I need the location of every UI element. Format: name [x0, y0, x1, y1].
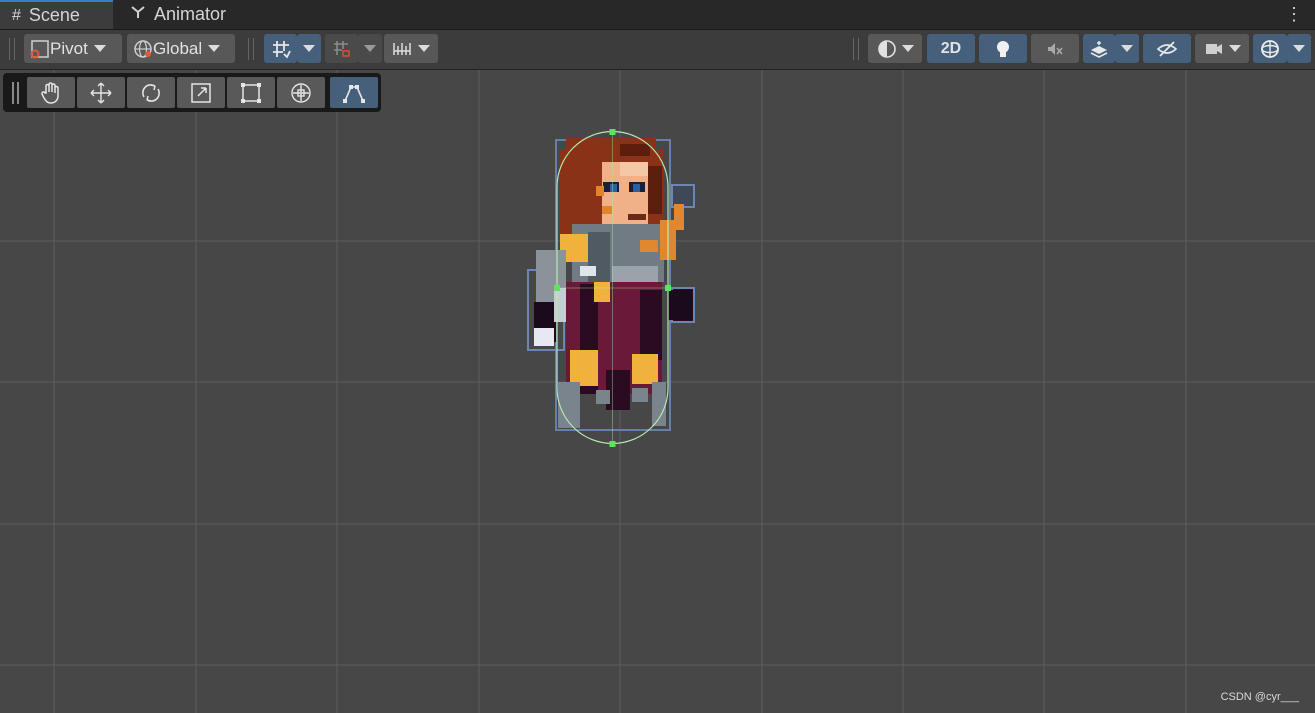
chevron-down-icon: [364, 45, 376, 52]
chevron-down-icon: [901, 45, 914, 52]
pivot-label: Pivot: [50, 38, 88, 58]
gizmos-dropdown[interactable]: [1287, 34, 1311, 63]
visibility-icon: [1156, 40, 1178, 57]
draw-mode-icon: [877, 39, 896, 58]
chevron-down-icon: [303, 45, 315, 52]
2d-mode-toggle[interactable]: 2D: [927, 34, 975, 63]
toolbar-grip[interactable]: [248, 38, 254, 60]
global-label: Global: [153, 38, 203, 58]
transform-icon: [291, 82, 311, 103]
watermark: CSDN @cyr___: [1220, 691, 1299, 703]
chevron-down-icon: [418, 45, 430, 52]
rotate-icon: [142, 83, 160, 102]
increment-snap-toggle[interactable]: [325, 34, 358, 63]
draw-mode-dropdown[interactable]: [868, 34, 922, 63]
animator-icon: [130, 5, 146, 24]
character-sprite[interactable]: [527, 138, 695, 431]
effects-icon: [1090, 40, 1108, 58]
tab-bar: # Scene Animator ⋮: [0, 0, 1315, 30]
tab-label: Animator: [154, 4, 227, 24]
gizmos-icon: [1261, 39, 1279, 58]
rect-tool-button[interactable]: [227, 77, 275, 108]
ruler-dropdown[interactable]: [384, 34, 438, 63]
edit-collider-icon: [343, 84, 365, 103]
tab-scene[interactable]: # Scene: [0, 0, 113, 29]
2d-label: 2D: [940, 39, 962, 57]
scale-icon: [191, 82, 211, 103]
audio-mute-icon: [1048, 42, 1063, 55]
tab-animator[interactable]: Animator: [118, 0, 248, 29]
camera-dropdown[interactable]: [1195, 34, 1249, 63]
chevron-down-icon: [1228, 45, 1241, 52]
toolbar-grip[interactable]: [9, 38, 15, 60]
toolbar-grip[interactable]: [853, 38, 859, 60]
ruler-icon: [393, 42, 411, 55]
transform-tool-button[interactable]: [277, 77, 325, 108]
pivot-icon: [30, 39, 49, 58]
tools-overlay: [3, 73, 381, 112]
effects-toggle[interactable]: [1083, 34, 1115, 63]
chevron-down-icon: [208, 45, 221, 52]
audio-toggle[interactable]: [1031, 34, 1079, 63]
grid-snap-toggle[interactable]: [264, 34, 297, 63]
hash-icon: #: [12, 6, 21, 24]
grid-snap-icon: [272, 40, 291, 59]
more-options-icon[interactable]: ⋮: [1285, 4, 1303, 24]
scale-tool-button[interactable]: [177, 77, 225, 108]
scene-toolbar: Pivot Global 2D: [0, 30, 1315, 70]
rotate-tool-button[interactable]: [127, 77, 175, 108]
hand-icon: [41, 81, 59, 104]
camera-icon: [1205, 43, 1222, 54]
global-dropdown[interactable]: Global: [127, 34, 235, 63]
scene-grid: [0, 70, 1315, 713]
visibility-toggle[interactable]: [1143, 34, 1191, 63]
lighting-toggle[interactable]: [979, 34, 1027, 63]
tools-grip[interactable]: [12, 82, 19, 104]
hand-tool-button[interactable]: [27, 77, 75, 108]
move-tool-button[interactable]: [77, 77, 125, 108]
grid-snap-dropdown[interactable]: [297, 34, 321, 63]
chevron-down-icon: [1121, 45, 1133, 52]
rect-icon: [241, 82, 261, 103]
increment-snap-dropdown[interactable]: [358, 34, 382, 63]
increment-snap-icon: [333, 40, 350, 57]
chevron-down-icon: [93, 45, 106, 52]
scene-view[interactable]: CSDN @cyr___: [0, 70, 1315, 713]
chevron-down-icon: [1293, 45, 1305, 52]
globe-icon: [134, 39, 152, 58]
collider-handle-top[interactable]: [609, 129, 616, 135]
collider-handle-left[interactable]: [554, 285, 560, 291]
lighting-icon: [997, 40, 1009, 57]
collider-handle-right[interactable]: [665, 285, 671, 291]
effects-dropdown[interactable]: [1115, 34, 1139, 63]
gizmos-toggle[interactable]: [1253, 34, 1287, 63]
collider-handle-bottom[interactable]: [609, 441, 616, 447]
pivot-dropdown[interactable]: Pivot: [24, 34, 122, 63]
custom-editor-tool-button[interactable]: [330, 77, 378, 108]
tab-label: Scene: [28, 5, 80, 25]
move-icon: [90, 82, 112, 103]
